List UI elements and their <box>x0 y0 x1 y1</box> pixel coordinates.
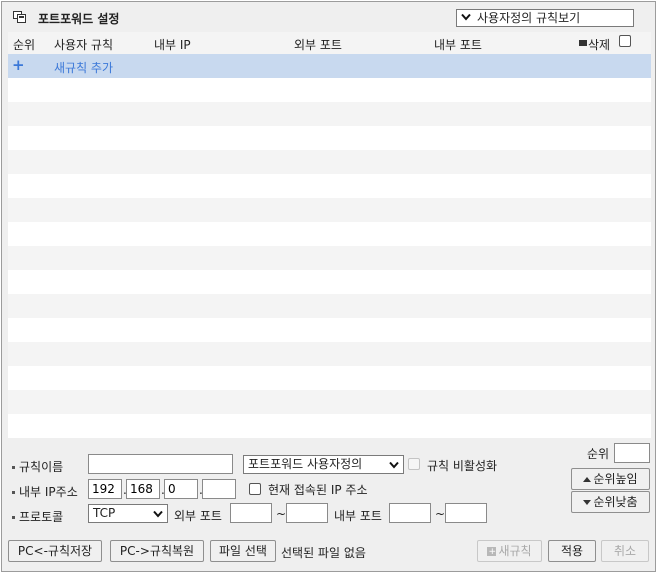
save-rules-to-pc-button[interactable]: PC<-규칙저장 <box>8 540 102 562</box>
ip-octet-4[interactable] <box>202 479 236 499</box>
chevron-down-icon <box>153 510 163 518</box>
col-internal-ip: 내부 IP <box>154 38 191 52</box>
disable-rule-label: 규칙 비활성화 <box>427 459 498 473</box>
internal-port-start[interactable] <box>389 503 431 523</box>
add-rule-label[interactable]: 새규칙 추가 <box>54 59 113 76</box>
window-icon <box>13 11 26 23</box>
table-row <box>8 78 651 102</box>
table-header: 순위 사용자 규칙 내부 IP 외부 포트 내부 포트 삭제 <box>8 32 651 54</box>
priority-down-button[interactable]: 순위낮춤 <box>571 491 650 513</box>
port-forward-panel: 포트포워드 설정 사용자정의 규칙보기 순위 사용자 규칙 내부 IP 외부 포… <box>1 1 656 572</box>
new-rule-button[interactable]: 새규칙 <box>477 540 542 562</box>
rule-name-label: 규칙이름 <box>12 458 63 475</box>
ip-octet-1[interactable] <box>88 479 122 499</box>
table-row <box>8 246 651 270</box>
rule-name-input[interactable] <box>88 454 233 474</box>
add-rule-row[interactable]: + 새규칙 추가 <box>8 54 651 78</box>
range-separator: ~ <box>276 507 287 521</box>
table-row <box>8 342 651 366</box>
priority-label: 순위 <box>587 447 610 461</box>
internal-port-end[interactable] <box>445 503 487 523</box>
table-row <box>8 294 651 318</box>
disable-rule-checkbox[interactable] <box>408 458 420 470</box>
table-row <box>8 270 651 294</box>
plus-square-icon <box>487 542 497 562</box>
col-internal-port: 내부 포트 <box>434 38 482 52</box>
page-title: 포트포워드 설정 <box>38 12 120 26</box>
up-arrow-icon <box>583 477 592 482</box>
table-row <box>8 414 651 438</box>
restore-rules-from-pc-button[interactable]: PC->규칙복원 <box>110 540 204 562</box>
col-delete: 삭제 <box>588 38 611 52</box>
rule-type-select[interactable]: 포트포워드 사용자정의 <box>243 455 404 474</box>
table-row <box>8 366 651 390</box>
cancel-button[interactable]: 취소 <box>601 540 649 562</box>
table-row <box>8 222 651 246</box>
external-port-end[interactable] <box>286 503 328 523</box>
col-user-rule: 사용자 규칙 <box>54 38 114 52</box>
chevron-down-icon <box>461 13 471 21</box>
rule-view-select[interactable]: 사용자정의 규칙보기 <box>456 9 634 27</box>
priority-up-button[interactable]: 순위높임 <box>571 468 650 490</box>
table-row <box>8 198 651 222</box>
table-row <box>8 126 651 150</box>
rule-view-select-value: 사용자정의 규칙보기 <box>477 11 581 25</box>
delete-icon <box>579 40 587 46</box>
table-row <box>8 318 651 342</box>
ip-octet-3[interactable] <box>164 479 198 499</box>
rule-type-select-value: 포트포워드 사용자정의 <box>248 457 363 471</box>
internal-port-label: 내부 포트 <box>334 509 382 523</box>
ip-octet-2[interactable] <box>126 479 160 499</box>
rule-table: 순위 사용자 규칙 내부 IP 외부 포트 내부 포트 삭제 + 새규칙 추가 <box>8 32 651 438</box>
bottom-toolbar: PC<-규칙저장 PC->규칙복원 파일 선택 선택된 파일 없음 새규칙 적용… <box>8 540 651 566</box>
protocol-select-value: TCP <box>93 506 116 520</box>
table-row <box>8 174 651 198</box>
external-port-start[interactable] <box>230 503 272 523</box>
table-row <box>8 390 651 414</box>
col-external-port: 외부 포트 <box>294 38 342 52</box>
current-ip-label: 현재 접속된 IP 주소 <box>268 483 368 497</box>
down-arrow-icon <box>583 500 592 505</box>
title-bar: 포트포워드 설정 사용자정의 규칙보기 <box>2 2 655 32</box>
table-row <box>8 150 651 174</box>
apply-button[interactable]: 적용 <box>548 540 596 562</box>
plus-icon: + <box>12 56 25 74</box>
external-port-label: 외부 포트 <box>174 509 222 523</box>
rule-form: 규칙이름 포트포워드 사용자정의 규칙 비활성화 순위 순위높임 내부 IP주소… <box>8 440 651 530</box>
col-rank: 순위 <box>13 38 36 52</box>
protocol-select[interactable]: TCP <box>88 504 168 523</box>
table-row <box>8 102 651 126</box>
priority-input[interactable] <box>614 443 650 463</box>
chevron-down-icon <box>389 461 399 469</box>
protocol-label: 프로토콜 <box>12 508 63 525</box>
choose-file-button[interactable]: 파일 선택 <box>210 540 276 562</box>
select-all-checkbox[interactable] <box>619 35 631 47</box>
internal-ip-label: 내부 IP주소 <box>12 483 78 500</box>
file-status: 선택된 파일 없음 <box>281 546 366 560</box>
current-ip-checkbox[interactable] <box>249 483 261 495</box>
table-body <box>8 78 651 438</box>
range-separator: ~ <box>435 507 446 521</box>
